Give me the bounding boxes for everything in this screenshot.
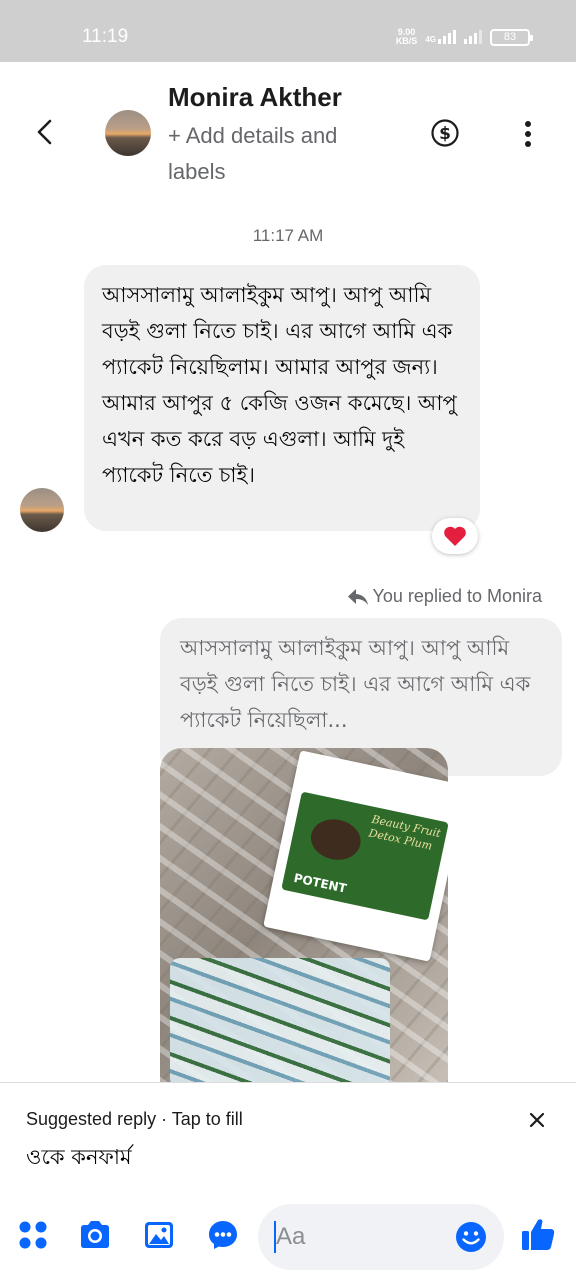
emoji-icon bbox=[456, 1222, 486, 1252]
thumbs-up-icon bbox=[522, 1219, 555, 1250]
suggested-reply-text[interactable]: ওকে কনফার্ম bbox=[26, 1141, 132, 1176]
chat-extensions-button[interactable] bbox=[206, 1218, 240, 1252]
suggested-reply-title: Suggested reply · Tap to fill bbox=[26, 1109, 243, 1129]
gallery-button[interactable] bbox=[142, 1218, 176, 1252]
reply-arrow-icon bbox=[347, 588, 368, 605]
camera-button[interactable] bbox=[78, 1218, 112, 1252]
incoming-message-bubble[interactable]: আসসালামু আলাইকুম আপু। আপু আমি বড়ই গুলা … bbox=[84, 265, 480, 531]
close-suggestion-button[interactable] bbox=[524, 1107, 550, 1133]
battery-icon: 83 bbox=[490, 28, 533, 46]
signal-icon: 4G bbox=[425, 30, 456, 44]
reply-indicator: You replied to Monira bbox=[347, 586, 542, 607]
product-image-message[interactable]: Beauty Fruit Detox Plum POTENT bbox=[160, 748, 448, 1084]
network-speed: 9.00 KB/S bbox=[395, 27, 418, 46]
back-button[interactable] bbox=[30, 116, 62, 148]
contact-avatar[interactable] bbox=[105, 110, 151, 156]
product-box: Beauty Fruit Detox Plum POTENT bbox=[263, 750, 448, 962]
sender-avatar[interactable] bbox=[20, 488, 64, 532]
image-icon bbox=[145, 1222, 173, 1248]
chat-bubble-icon bbox=[209, 1221, 237, 1249]
message-input[interactable]: Aa bbox=[258, 1204, 504, 1270]
chat-header: Monira Akther + Add details and labels $ bbox=[0, 62, 576, 192]
heart-icon bbox=[444, 526, 466, 546]
heart-reaction[interactable] bbox=[432, 518, 478, 554]
signal-2-icon bbox=[464, 30, 482, 44]
chevron-left-icon bbox=[37, 119, 52, 145]
status-bar: 11:19 9.00 KB/S 4G 83 bbox=[0, 0, 576, 62]
message-timestamp: 11:17 AM bbox=[252, 226, 324, 245]
svg-text:$: $ bbox=[439, 124, 451, 144]
like-button[interactable] bbox=[520, 1216, 556, 1252]
close-icon bbox=[529, 1112, 545, 1128]
emoji-button[interactable] bbox=[454, 1220, 488, 1254]
menu-grid-button[interactable] bbox=[16, 1218, 50, 1252]
status-icons: 9.00 KB/S 4G 83 bbox=[395, 27, 533, 46]
payment-button[interactable]: $ bbox=[430, 118, 460, 148]
more-vertical-icon bbox=[525, 121, 531, 147]
suggested-reply-panel: Suggested reply · Tap to fill ওকে কনফার্… bbox=[0, 1082, 576, 1186]
status-time: 11:19 bbox=[82, 26, 129, 47]
message-input-placeholder: Aa bbox=[276, 1223, 306, 1250]
more-options-button[interactable] bbox=[516, 118, 540, 150]
add-details-link[interactable]: + Add details and labels bbox=[168, 118, 388, 190]
contact-name[interactable]: Monira Akther bbox=[168, 82, 342, 113]
camera-icon bbox=[81, 1221, 109, 1248]
product-packets bbox=[170, 958, 390, 1084]
dollar-icon: $ bbox=[431, 119, 459, 147]
grid-icon bbox=[19, 1221, 47, 1249]
message-composer: Aa bbox=[0, 1190, 576, 1280]
